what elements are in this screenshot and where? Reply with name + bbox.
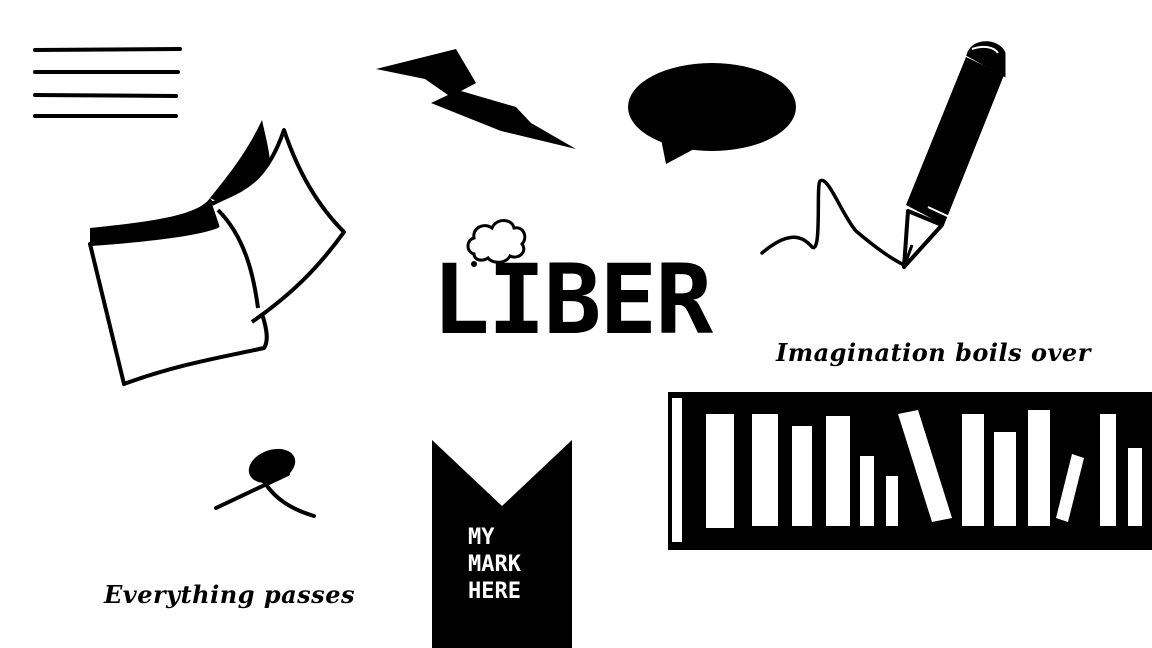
lightning-bolt-icon (376, 49, 576, 149)
tagline-passes: Everything passes (104, 580, 355, 609)
ribbon-icon (214, 448, 316, 518)
tagline-imagination: Imagination boils over (776, 338, 1091, 367)
open-book-icon (88, 120, 346, 386)
bookshelf-icon (668, 392, 1152, 550)
pencil-icon (760, 41, 1006, 269)
logo-title: LIBER (432, 244, 713, 356)
menu-lines-icon (33, 47, 182, 118)
bookmark-label: MY MARK HERE (468, 525, 521, 604)
